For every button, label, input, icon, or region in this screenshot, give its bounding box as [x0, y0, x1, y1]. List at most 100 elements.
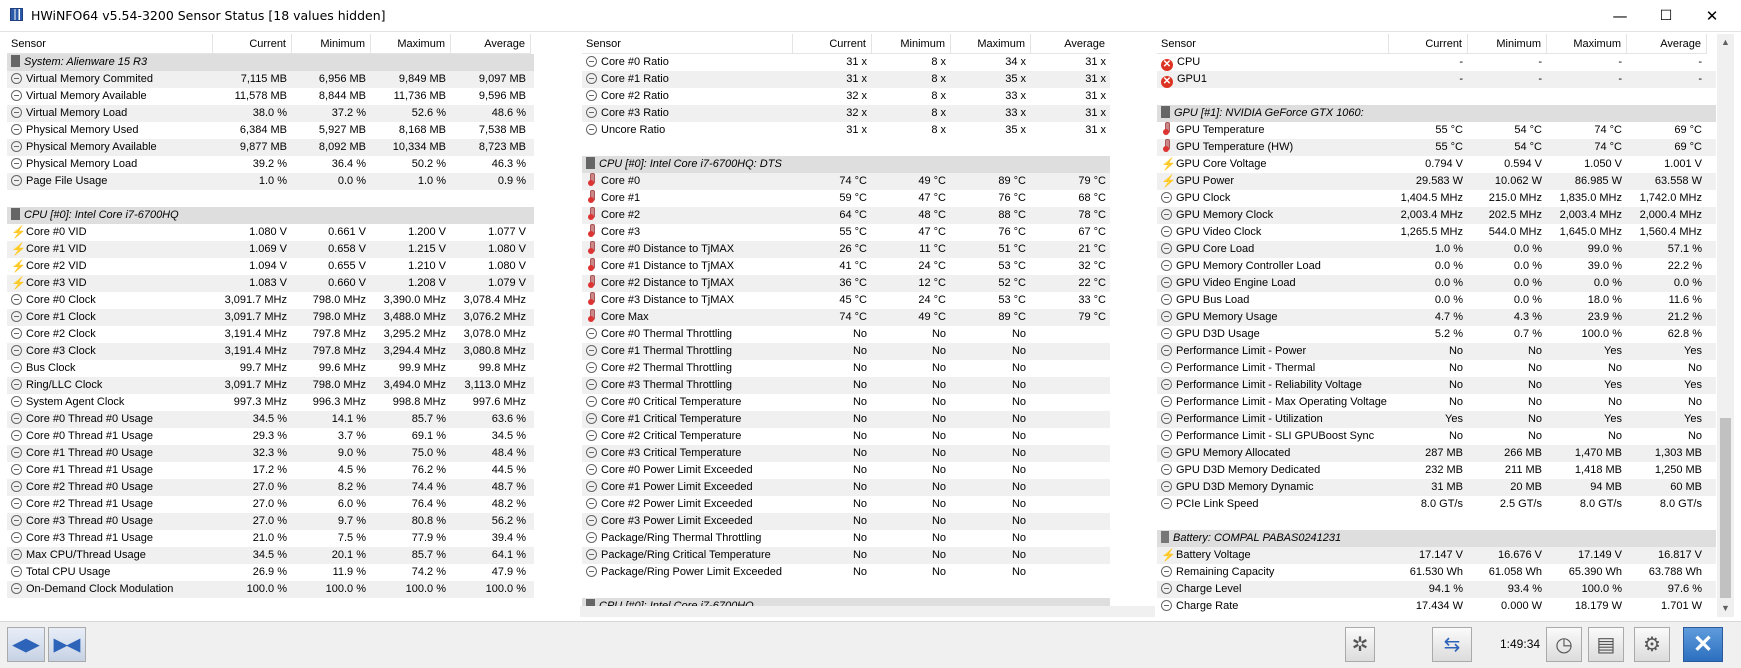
sensor-row[interactable]: Core #3 Thread #0 Usage 27.0 % 9.7 % 80.8 %…	[7, 513, 534, 530]
sensor-row[interactable]: Core #3 VID 1.083 V 0.660 V 1.208 V 1.079 V	[7, 275, 534, 292]
sensor-row[interactable]: Performance Limit - Max Operating Voltag…	[1157, 394, 1716, 411]
sensor-row[interactable]: Core #1 Power Limit Exceeded No No No	[582, 479, 1110, 496]
column-header-average[interactable]: Average	[451, 34, 531, 54]
sensor-row[interactable]: Remaining Capacity 61.530 Wh 61.058 Wh 65.3…	[1157, 564, 1716, 581]
sensor-row[interactable]: GPU1 - - - -	[1157, 71, 1716, 88]
column-header-current[interactable]: Current	[213, 34, 292, 54]
sensor-row[interactable]: Package/Ring Power Limit Exceeded No No No	[582, 564, 1110, 581]
sensor-row[interactable]: System Agent Clock 997.3 MHz 996.3 MHz 998.…	[7, 394, 534, 411]
sensor-row[interactable]: GPU Memory Usage 4.7 % 4.3 % 23.9 % 21.2 %	[1157, 309, 1716, 326]
sensor-row[interactable]: GPU Core Voltage 0.794 V 0.594 V 1.050 V 1.0…	[1157, 156, 1716, 173]
column-header-minimum[interactable]: Minimum	[292, 34, 371, 54]
sensor-row[interactable]: Core #1 Ratio 31 x 8 x 35 x 31 x	[582, 71, 1110, 88]
right-panel-scrollbar[interactable]: ▲ ▼	[1717, 34, 1734, 617]
sensor-row[interactable]: Core #0 Critical Temperature No No No	[582, 394, 1110, 411]
sensor-row[interactable]: Total CPU Usage 26.9 % 11.9 % 74.2 % 47.9 %	[7, 564, 534, 581]
sensor-row[interactable]: Uncore Ratio 31 x 8 x 35 x 31 x	[582, 122, 1110, 139]
sensor-row[interactable]: Core #2 VID 1.094 V 0.655 V 1.210 V 1.080 V	[7, 258, 534, 275]
sensor-row[interactable]: Core #0 Clock 3,091.7 MHz 798.0 MHz 3,390.0…	[7, 292, 534, 309]
sensor-row[interactable]: Virtual Memory Load 38.0 % 37.2 % 52.6 % 48.…	[7, 105, 534, 122]
sensor-row[interactable]: Performance Limit - Power No No Yes Yes	[1157, 343, 1716, 360]
sensor-row[interactable]: Bus Clock 99.7 MHz 99.6 MHz 99.9 MHz 99.8 MH…	[7, 360, 534, 377]
sensor-row[interactable]: Charge Rate 17.434 W 0.000 W 18.179 W 1.701 …	[1157, 598, 1716, 615]
sensor-row[interactable]: GPU Video Clock 1,265.5 MHz 544.0 MHz 1,645…	[1157, 224, 1716, 241]
sensor-row[interactable]: Core #1 Clock 3,091.7 MHz 798.0 MHz 3,488.0…	[7, 309, 534, 326]
scroll-up-arrow-icon[interactable]: ▲	[1717, 34, 1734, 51]
sensor-row[interactable]: Battery Voltage 17.147 V 16.676 V 17.149 V 1…	[1157, 547, 1716, 564]
sensor-row[interactable]: Core #1 Critical Temperature No No No	[582, 411, 1110, 428]
sensor-row[interactable]: Core #3 Critical Temperature No No No	[582, 445, 1110, 462]
sensor-row[interactable]: GPU Memory Allocated 287 MB 266 MB 1,470 MB…	[1157, 445, 1716, 462]
sensor-row[interactable]: Performance Limit - Reliability Voltage N…	[1157, 377, 1716, 394]
sensor-group-header[interactable]: Battery: COMPAL PABAS0241231	[1157, 530, 1716, 547]
sensor-row[interactable]: Core #1 Thread #1 Usage 17.2 % 4.5 % 76.2 %…	[7, 462, 534, 479]
sensor-group-header[interactable]: System: Alienware 15 R3	[7, 54, 534, 71]
network-button[interactable]: ⇆	[1432, 627, 1472, 662]
sensor-row[interactable]: GPU Video Engine Load 0.0 % 0.0 % 0.0 % 0.0 …	[1157, 275, 1716, 292]
sensor-row[interactable]: Core #2 Distance to TjMAX 36 °C 12 °C 52 °C…	[582, 275, 1110, 292]
sensor-row[interactable]: Physical Memory Used 6,384 MB 5,927 MB 8,16…	[7, 122, 534, 139]
sensor-row[interactable]: Core #1 VID 1.069 V 0.658 V 1.215 V 1.080 V	[7, 241, 534, 258]
column-header-minimum[interactable]: Minimum	[1468, 34, 1547, 54]
sensor-row[interactable]: Physical Memory Load 39.2 % 36.4 % 50.2 % 46…	[7, 156, 534, 173]
sensor-row[interactable]: Package/Ring Thermal Throttling No No No	[582, 530, 1110, 547]
sensor-row[interactable]: Core #2 Thermal Throttling No No No	[582, 360, 1110, 377]
sensor-row[interactable]: Core #2 Critical Temperature No No No	[582, 428, 1110, 445]
sensor-row[interactable]: Core #0 Power Limit Exceeded No No No	[582, 462, 1110, 479]
sensor-row[interactable]: CPU - - - -	[1157, 54, 1716, 71]
sensor-row[interactable]: Core #0 Distance to TjMAX 26 °C 11 °C 51 °C…	[582, 241, 1110, 258]
column-header-sensor[interactable]: Sensor	[7, 34, 213, 54]
sensor-row[interactable]: GPU Power 29.583 W 10.062 W 86.985 W 63.558 …	[1157, 173, 1716, 190]
sensor-row[interactable]: Core #3 Distance to TjMAX 45 °C 24 °C 53 °C…	[582, 292, 1110, 309]
sensor-row[interactable]: GPU Clock 1,404.5 MHz 215.0 MHz 1,835.0 MHz…	[1157, 190, 1716, 207]
sensor-row[interactable]: Core #1 59 °C 47 °C 76 °C 68 °C	[582, 190, 1110, 207]
sensor-row[interactable]: GPU Temperature (HW) 55 °C 54 °C 74 °C 69 °C	[1157, 139, 1716, 156]
sensor-row[interactable]: Virtual Memory Available 11,578 MB 8,844 M…	[7, 88, 534, 105]
sensor-row[interactable]: Core #2 Ratio 32 x 8 x 33 x 31 x	[582, 88, 1110, 105]
sensor-row[interactable]: GPU Memory Controller Load 0.0 % 0.0 % 39.0…	[1157, 258, 1716, 275]
sensor-row[interactable]: Core #3 Thread #1 Usage 21.0 % 7.5 % 77.9 %…	[7, 530, 534, 547]
sensor-row[interactable]: Page File Usage 1.0 % 0.0 % 1.0 % 0.9 %	[7, 173, 534, 190]
column-header-current[interactable]: Current	[793, 34, 872, 54]
sensor-row[interactable]: GPU Temperature 55 °C 54 °C 74 °C 69 °C	[1157, 122, 1716, 139]
nav-expand-button[interactable]: ◀▶	[7, 627, 45, 662]
column-header-maximum[interactable]: Maximum	[371, 34, 451, 54]
sensor-row[interactable]: GPU Bus Load 0.0 % 0.0 % 18.0 % 11.6 %	[1157, 292, 1716, 309]
sensor-row[interactable]: Core #2 Thread #1 Usage 27.0 % 6.0 % 76.4 %…	[7, 496, 534, 513]
minimize-button[interactable]: —	[1597, 0, 1643, 31]
sensor-row[interactable]: Core #2 Clock 3,191.4 MHz 797.8 MHz 3,295.2…	[7, 326, 534, 343]
column-header-current[interactable]: Current	[1389, 34, 1468, 54]
sensor-row[interactable]: Core #2 Power Limit Exceeded No No No	[582, 496, 1110, 513]
sensor-row[interactable]: Core #0 VID 1.080 V 0.661 V 1.200 V 1.077 V	[7, 224, 534, 241]
sensor-row[interactable]: GPU D3D Memory Dynamic 31 MB 20 MB 94 MB 60 …	[1157, 479, 1716, 496]
sensor-row[interactable]: Core #0 74 °C 49 °C 89 °C 79 °C	[582, 173, 1110, 190]
sensor-row[interactable]: Core #0 Thermal Throttling No No No	[582, 326, 1110, 343]
sensor-row[interactable]: Core #0 Thread #0 Usage 34.5 % 14.1 % 85.7 …	[7, 411, 534, 428]
sensor-row[interactable]: GPU D3D Usage 5.2 % 0.7 % 100.0 % 62.8 %	[1157, 326, 1716, 343]
exit-button[interactable]: ✕	[1683, 627, 1723, 662]
sensor-row[interactable]: On-Demand Clock Modulation 100.0 % 100.0 %…	[7, 581, 534, 598]
sensor-row[interactable]: GPU D3D Memory Dedicated 232 MB 211 MB 1,41…	[1157, 462, 1716, 479]
sensor-row[interactable]: GPU Core Load 1.0 % 0.0 % 99.0 % 57.1 %	[1157, 241, 1716, 258]
fan-control-button[interactable]: ✲	[1345, 627, 1375, 662]
sensor-row[interactable]: Core #2 Thread #0 Usage 27.0 % 8.2 % 74.4 %…	[7, 479, 534, 496]
sensor-row[interactable]: GPU Memory Clock 2,003.4 MHz 202.5 MHz 2,00…	[1157, 207, 1716, 224]
sensor-row[interactable]: Core #3 Power Limit Exceeded No No No	[582, 513, 1110, 530]
settings-button[interactable]: ⚙	[1634, 627, 1670, 662]
sensor-row[interactable]: Core #3 Ratio 32 x 8 x 33 x 31 x	[582, 105, 1110, 122]
column-header-minimum[interactable]: Minimum	[872, 34, 951, 54]
sensor-row[interactable]: Core #0 Ratio 31 x 8 x 34 x 31 x	[582, 54, 1110, 71]
close-button[interactable]: ✕	[1689, 0, 1735, 31]
sensor-group-header[interactable]: CPU [#0]: Intel Core i7-6700HQ: DTS	[582, 156, 1110, 173]
sensor-row[interactable]: Performance Limit - SLI GPUBoost Sync No N…	[1157, 428, 1716, 445]
column-header-average[interactable]: Average	[1031, 34, 1110, 54]
column-header-average[interactable]: Average	[1627, 34, 1707, 54]
middle-panel-hscrollbar[interactable]	[580, 606, 1155, 617]
sensor-row[interactable]: Core Max 74 °C 49 °C 89 °C 79 °C	[582, 309, 1110, 326]
sensor-row[interactable]: Core #1 Thermal Throttling No No No	[582, 343, 1110, 360]
sensor-row[interactable]: Core #2 64 °C 48 °C 88 °C 78 °C	[582, 207, 1110, 224]
nav-collapse-button[interactable]: ▶◀	[48, 627, 86, 662]
scroll-down-arrow-icon[interactable]: ▼	[1717, 600, 1734, 617]
maximize-button[interactable]: ☐	[1643, 0, 1689, 31]
sensor-group-header[interactable]: GPU [#1]: NVIDIA GeForce GTX 1060:	[1157, 105, 1716, 122]
